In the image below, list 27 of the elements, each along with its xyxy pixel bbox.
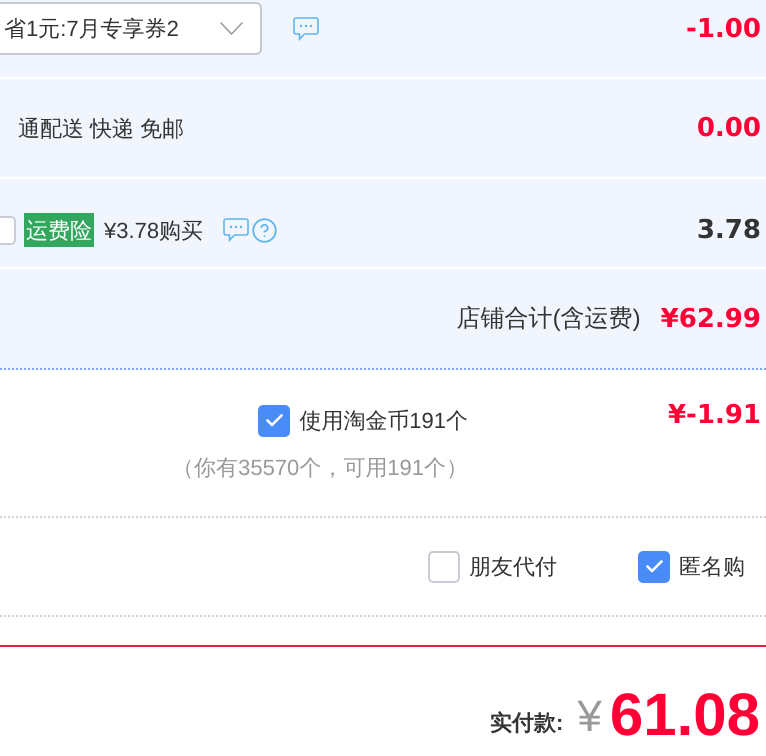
shop-total-amount: ¥62.99 [660, 306, 761, 332]
coins-balance-note: （你有35570个，可用191个） [172, 454, 468, 482]
check-icon [266, 414, 283, 427]
option-label: 匿名购 [679, 553, 745, 581]
coupon-discount: -1.00 [686, 16, 761, 42]
coins-discount: ¥-1.91 [668, 402, 761, 428]
checkbox[interactable] [258, 404, 290, 436]
insurance-fee: 3.78 [696, 217, 761, 243]
insurance-tag: 运费险 [24, 213, 94, 247]
checkbox[interactable] [428, 550, 460, 582]
shipping-fee: 0.00 [696, 115, 761, 141]
amount-due: 61.08 [610, 685, 760, 745]
option-label: 朋友代付 [469, 553, 557, 581]
checkbox[interactable] [0, 216, 16, 244]
chevron-down-icon [220, 22, 243, 35]
checkbox[interactable] [638, 550, 670, 582]
amount-due-label: 实付款: [490, 709, 564, 737]
shipping-method: 通配送 快递 免邮 [18, 114, 184, 142]
chat-bubble-icon[interactable] [293, 16, 319, 40]
shop-total-label: 店铺合计(含运费) [456, 304, 641, 334]
check-icon [646, 560, 662, 573]
coins-label: 使用淘金币191个 [299, 407, 468, 435]
currency-symbol: ¥ [577, 695, 602, 739]
help-icon[interactable] [251, 216, 278, 244]
chat-bubble-icon[interactable] [223, 218, 250, 242]
insurance-price: ¥3.78购买 [104, 216, 204, 244]
coupon-select[interactable]: 省1元:7月专享券2 [0, 2, 262, 55]
